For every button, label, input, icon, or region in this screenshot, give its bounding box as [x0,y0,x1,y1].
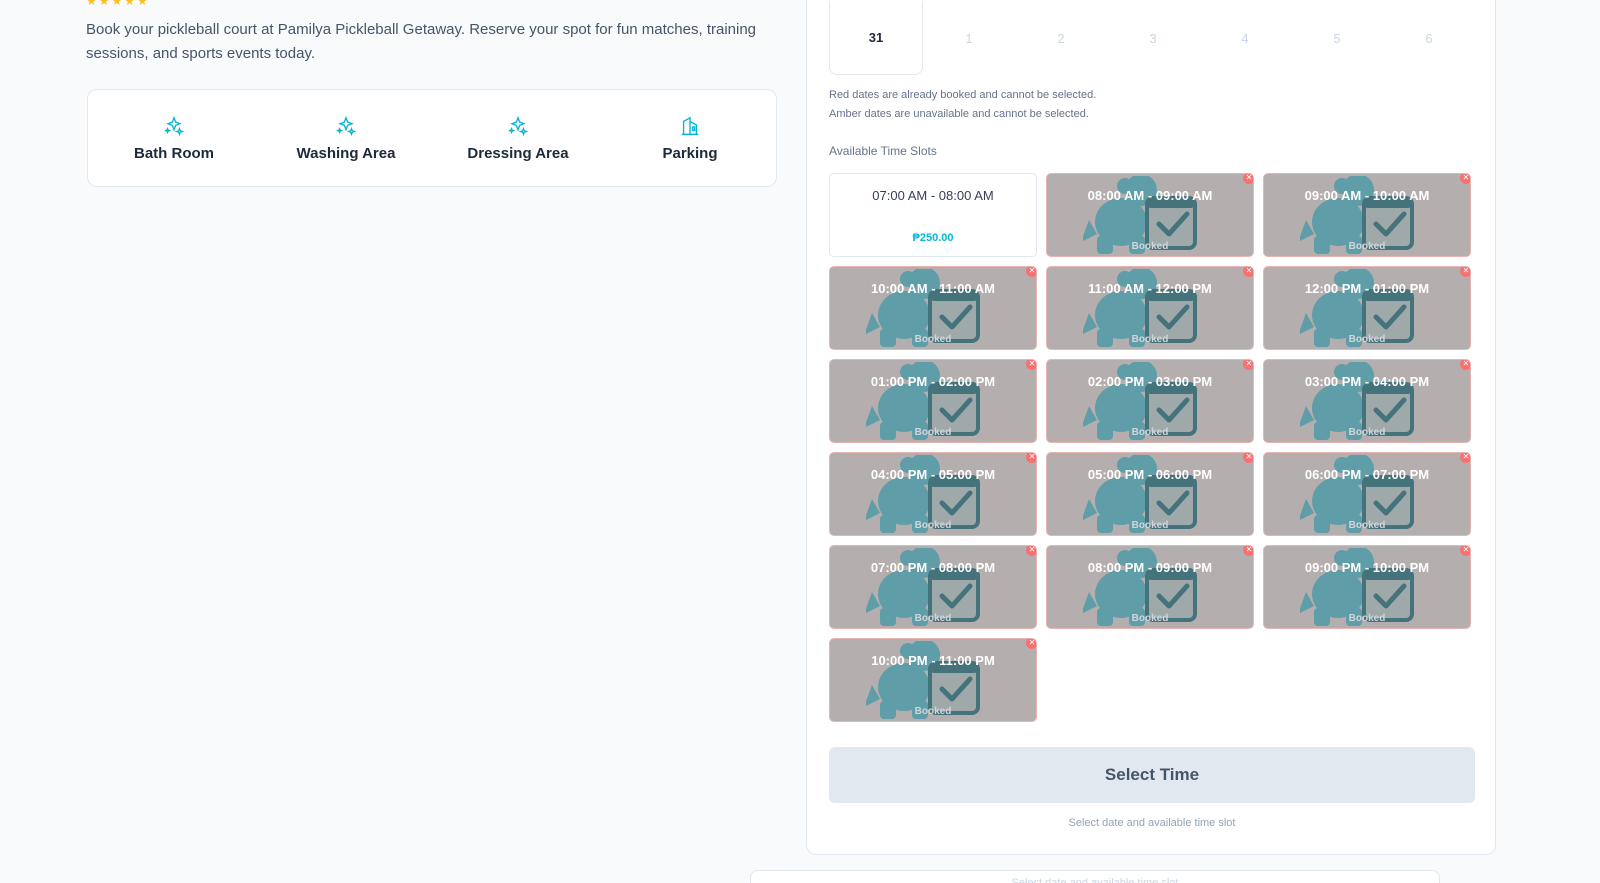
booked-badge-icon: ✕ [1026,453,1036,463]
amenity-label: Parking [662,144,718,162]
select-time-button[interactable]: Select Time [829,747,1475,803]
slot-status: Booked [1131,241,1169,252]
sparkles-icon [164,115,185,136]
slot-time: 12:00 PM - 01:00 PM [1304,281,1430,296]
time-slot-booked: ✕ 11:00 AM - 12:00 PM Booked [1046,266,1254,350]
slot-time: 04:00 PM - 05:00 PM [870,467,996,482]
slot-status: Booked [914,613,952,624]
booked-badge-icon: ✕ [1243,174,1253,184]
booking-card: 31 1 2 3 4 5 6 Red dates are already boo… [806,0,1496,855]
slot-time: 10:00 AM - 11:00 AM [870,281,996,296]
slot-time: 06:00 PM - 07:00 PM [1304,467,1430,482]
slot-status: Booked [1348,613,1386,624]
booked-badge-icon: ✕ [1243,267,1253,277]
booked-badge-icon: ✕ [1460,267,1470,277]
time-slot-booked: ✕ 05:00 PM - 06:00 PM Booked [1046,452,1254,536]
slot-time: 02:00 PM - 03:00 PM [1087,374,1213,389]
slot-status: Booked [1348,241,1386,252]
rating-stars: ★★★★★ [86,0,150,8]
date-cell[interactable]: 1 [923,1,1015,75]
time-slot-booked: ✕ 10:00 PM - 11:00 PM Booked [829,638,1037,722]
time-slot-booked: ✕ 08:00 PM - 09:00 PM Booked [1046,545,1254,629]
slot-time: 09:00 PM - 10:00 PM [1304,560,1430,575]
booked-badge-icon: ✕ [1243,453,1253,463]
slot-time: 08:00 PM - 09:00 PM [1087,560,1213,575]
time-slot-booked: ✕ 09:00 AM - 10:00 AM Booked [1263,173,1471,257]
slot-status: Booked [1131,520,1169,531]
time-slot-booked: ✕ 09:00 PM - 10:00 PM Booked [1263,545,1471,629]
date-cell[interactable]: 6 [1383,1,1475,75]
booked-badge-icon: ✕ [1460,453,1470,463]
slot-status: Booked [1348,520,1386,531]
parking-building-icon [681,116,699,135]
time-slot-booked: ✕ 04:00 PM - 05:00 PM Booked [829,452,1037,536]
amenity-washing-area: Washing Area [260,115,432,162]
time-slot-booked: ✕ 03:00 PM - 04:00 PM Booked [1263,359,1471,443]
amenity-bath-room: Bath Room [88,115,260,162]
venue-description: Book your pickleball court at Pamilya Pi… [86,21,757,62]
slot-status: Booked [1131,427,1169,438]
booked-badge-icon: ✕ [1026,639,1036,649]
booked-badge-icon: ✕ [1243,546,1253,556]
date-cell[interactable]: 3 [1107,1,1199,75]
booked-badge-icon: ✕ [1026,267,1036,277]
amenity-label: Dressing Area [467,144,569,162]
slot-time: 05:00 PM - 06:00 PM [1087,467,1213,482]
sparkles-icon [336,115,357,136]
time-slot-booked: ✕ 12:00 PM - 01:00 PM Booked [1263,266,1471,350]
date-cell[interactable]: 2 [1015,1,1107,75]
secondary-hint: Select date and available time slot [1011,877,1179,883]
secondary-card: Select date and available time slot [750,870,1440,883]
slot-status: Booked [914,334,952,345]
booked-badge-icon: ✕ [1026,360,1036,370]
date-cell[interactable]: 5 [1291,1,1383,75]
slot-status: Booked [1348,334,1386,345]
booked-badge-icon: ✕ [1026,546,1036,556]
slot-time: 03:00 PM - 04:00 PM [1304,374,1430,389]
amenity-dressing-area: Dressing Area [432,115,604,162]
time-slot-booked: ✕ 06:00 PM - 07:00 PM Booked [1263,452,1471,536]
date-legend: Red dates are already booked and cannot … [829,86,1096,124]
amenity-label: Washing Area [296,144,396,162]
slot-status: Booked [914,427,952,438]
slot-time: 07:00 PM - 08:00 PM [870,560,996,575]
time-slot-booked: ✕ 08:00 AM - 09:00 AM Booked [1046,173,1254,257]
slot-price: ₱250.00 [912,232,954,244]
slot-status: Booked [1348,427,1386,438]
time-slot-booked: ✕ 01:00 PM - 02:00 PM Booked [829,359,1037,443]
slot-time: 08:00 AM - 09:00 AM [1087,188,1213,203]
selection-hint: Select date and available time slot [1068,817,1236,829]
time-slot-booked: ✕ 02:00 PM - 03:00 PM Booked [1046,359,1254,443]
time-slot-booked: ✕ 07:00 PM - 08:00 PM Booked [829,545,1037,629]
date-cell-selected[interactable]: 31 [829,1,923,75]
amenities-card: Bath Room Washing Area Dressing Area Par… [87,89,777,187]
slot-status: Booked [1131,334,1169,345]
booked-badge-icon: ✕ [1460,174,1470,184]
time-slot-booked: ✕ 10:00 AM - 11:00 AM Booked [829,266,1037,350]
sparkles-icon [508,115,529,136]
time-slots-grid: 07:00 AM - 08:00 AM ₱250.00 ✕ 08:00 AM - 09… [829,173,1475,722]
slot-time: 10:00 PM - 11:00 PM [871,653,995,668]
legend-amber: Amber dates are unavailable and cannot b… [829,108,1089,120]
slot-time: 07:00 AM - 08:00 AM [872,188,994,203]
booked-badge-icon: ✕ [1243,360,1253,370]
amenity-label: Bath Room [134,144,214,162]
slot-status: Booked [914,520,952,531]
booked-badge-icon: ✕ [1460,546,1470,556]
slot-status: Booked [914,706,952,717]
time-slot-available[interactable]: 07:00 AM - 08:00 AM ₱250.00 [829,173,1037,257]
amenity-parking: Parking [604,115,776,162]
legend-red: Red dates are already booked and cannot … [829,89,1097,101]
slot-status: Booked [1131,613,1169,624]
date-row: 31 1 2 3 4 5 6 [829,1,1475,75]
booked-badge-icon: ✕ [1460,360,1470,370]
date-cell[interactable]: 4 [1199,1,1291,75]
slot-time: 11:00 AM - 12:00 PM [1088,281,1212,296]
slot-time: 01:00 PM - 02:00 PM [870,374,996,389]
slot-time: 09:00 AM - 10:00 AM [1304,188,1430,203]
time-slots-title: Available Time Slots [829,144,937,158]
